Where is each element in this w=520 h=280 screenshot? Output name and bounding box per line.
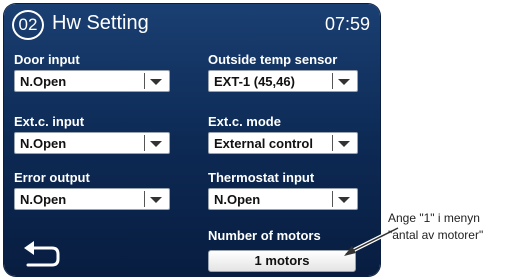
page-title: Hw Setting <box>52 12 149 34</box>
outside-temp-sensor-label: Outside temp sensor <box>208 52 338 67</box>
number-of-motors-button[interactable]: 1 motors <box>208 250 356 272</box>
device-screen: 02 Hw Setting 07:59 Door input N.Open Ex… <box>4 4 380 276</box>
annotation-line-2: "antal av motorer" <box>388 228 484 242</box>
thermostat-input-dropdown[interactable]: N.Open <box>208 188 358 210</box>
ext-c-input-dropdown[interactable]: N.Open <box>14 132 170 154</box>
dropdown-divider <box>144 73 145 89</box>
ext-c-mode-label: Ext.c. mode <box>208 114 281 129</box>
number-of-motors-label: Number of motors <box>208 228 321 243</box>
ext-c-mode-dropdown[interactable]: External control <box>208 132 358 154</box>
annotation-line-1: Ange "1" i menyn <box>388 211 480 225</box>
back-arrow-icon[interactable] <box>22 240 62 268</box>
ext-c-mode-value: External control <box>214 136 313 151</box>
dropdown-divider <box>332 73 333 89</box>
screen-number-badge: 02 <box>12 10 44 40</box>
dropdown-divider <box>332 135 333 151</box>
door-input-dropdown[interactable]: N.Open <box>14 70 170 92</box>
chevron-down-icon <box>150 141 162 147</box>
door-input-label: Door input <box>14 52 80 67</box>
chevron-down-icon <box>150 79 162 85</box>
error-output-dropdown[interactable]: N.Open <box>14 188 170 210</box>
thermostat-input-value: N.Open <box>214 192 261 207</box>
dropdown-divider <box>332 191 333 207</box>
thermostat-input-label: Thermostat input <box>208 170 315 185</box>
clock: 07:59 <box>324 14 370 34</box>
door-input-value: N.Open <box>20 74 67 89</box>
error-output-value: N.Open <box>20 192 67 207</box>
annotation-note: Ange "1" i menyn "antal av motorer" <box>388 210 520 244</box>
chevron-down-icon <box>338 197 350 203</box>
error-output-label: Error output <box>14 170 90 185</box>
ext-c-input-value: N.Open <box>20 136 67 151</box>
outside-temp-sensor-value: EXT-1 (45,46) <box>214 74 295 89</box>
title-bar: 02 Hw Setting 07:59 <box>4 4 380 44</box>
chevron-down-icon <box>150 197 162 203</box>
chevron-down-icon <box>338 141 350 147</box>
dropdown-divider <box>144 135 145 151</box>
chevron-down-icon <box>338 79 350 85</box>
ext-c-input-label: Ext.c. input <box>14 114 85 129</box>
outside-temp-sensor-dropdown[interactable]: EXT-1 (45,46) <box>208 70 358 92</box>
dropdown-divider <box>144 191 145 207</box>
